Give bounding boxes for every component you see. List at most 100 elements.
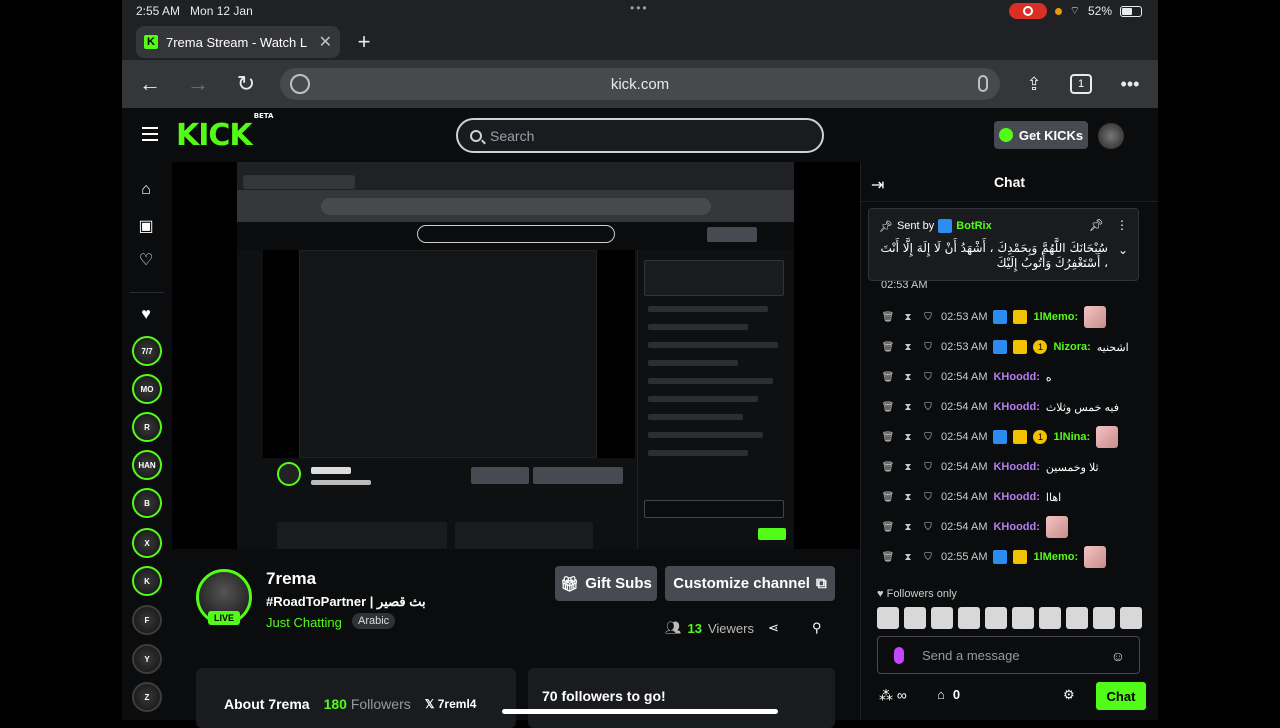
search-icon bbox=[470, 129, 482, 142]
delete-message-icon[interactable]: 🗑︎ bbox=[881, 372, 895, 383]
site-settings-icon[interactable] bbox=[290, 74, 310, 94]
pinned-message[interactable]: 📌︎ Sent by BotRix 📌︎ ⋮ ⌄ سُبْحَانَكَ الل… bbox=[868, 208, 1139, 281]
message-username[interactable]: KHoodd: bbox=[993, 461, 1039, 473]
search-input[interactable]: Search bbox=[456, 118, 824, 153]
voice-input-icon[interactable] bbox=[894, 647, 904, 664]
emote[interactable] bbox=[985, 607, 1007, 629]
browser-tab[interactable]: K 7rema Stream - Watch L ✕ bbox=[136, 26, 340, 58]
tab-switcher-button[interactable]: 1 bbox=[1070, 74, 1092, 94]
delete-message-icon[interactable]: 🗑︎ bbox=[881, 402, 895, 413]
ban-icon[interactable]: ⛉ bbox=[921, 402, 935, 413]
message-username[interactable]: KHoodd: bbox=[993, 371, 1039, 383]
forward-button[interactable]: → bbox=[184, 70, 212, 98]
hamburger-menu-icon[interactable] bbox=[142, 127, 158, 141]
message-username[interactable]: KHoodd: bbox=[993, 401, 1039, 413]
address-bar[interactable]: kick.com bbox=[280, 68, 1000, 100]
delete-message-icon[interactable]: 🗑︎ bbox=[881, 312, 895, 323]
message-username[interactable]: Nizora: bbox=[1053, 341, 1090, 353]
stream-category[interactable]: Just Chatting bbox=[266, 615, 342, 630]
message-username[interactable]: KHoodd: bbox=[993, 521, 1039, 533]
timeout-icon[interactable]: ⧗ bbox=[901, 552, 915, 563]
ban-icon[interactable]: ⛉ bbox=[921, 492, 935, 503]
message-username[interactable]: 1lMemo: bbox=[1033, 551, 1078, 563]
delete-message-icon[interactable]: 🗑︎ bbox=[881, 552, 895, 563]
gift-subs-button[interactable]: 🎁︎ Gift Subs bbox=[555, 566, 657, 601]
message-username[interactable]: KHoodd: bbox=[993, 491, 1039, 503]
emote[interactable] bbox=[931, 607, 953, 629]
sidebar-channel[interactable]: HAN bbox=[132, 450, 162, 480]
emote[interactable] bbox=[877, 607, 899, 629]
close-tab-icon[interactable]: ✕ bbox=[319, 32, 332, 52]
ban-icon[interactable]: ⛉ bbox=[921, 552, 935, 563]
timeout-icon[interactable]: ⧗ bbox=[901, 342, 915, 353]
sidebar-channel[interactable]: F bbox=[132, 605, 162, 635]
emote[interactable] bbox=[1012, 607, 1034, 629]
ban-icon[interactable]: ⛉ bbox=[921, 372, 935, 383]
multitask-dots[interactable]: ••• bbox=[630, 1, 649, 15]
share-stream-icon[interactable]: ⋖ bbox=[768, 620, 779, 636]
emoji-picker-icon[interactable]: ☺ bbox=[1111, 648, 1125, 664]
pinned-more-icon[interactable]: ⋮ bbox=[1116, 218, 1128, 232]
get-kicks-button[interactable]: Get KICKs bbox=[994, 121, 1088, 149]
home-icon[interactable]: ⌂ bbox=[136, 180, 156, 200]
timeout-icon[interactable]: ⧗ bbox=[901, 432, 915, 443]
reload-button[interactable]: ↻ bbox=[232, 70, 260, 98]
sidebar-channel[interactable]: K bbox=[132, 566, 162, 596]
emote[interactable] bbox=[1093, 607, 1115, 629]
language-tag[interactable]: Arabic bbox=[352, 613, 396, 629]
video-player[interactable] bbox=[172, 162, 860, 549]
sidebar-channel[interactable]: B bbox=[132, 488, 162, 518]
more-menu-icon[interactable]: ••• bbox=[1116, 70, 1144, 98]
browse-icon[interactable]: ▣ bbox=[136, 216, 156, 236]
emote[interactable] bbox=[958, 607, 980, 629]
home-indicator[interactable] bbox=[502, 709, 778, 714]
delete-message-icon[interactable]: 🗑︎ bbox=[881, 432, 895, 443]
timeout-icon[interactable]: ⧗ bbox=[901, 492, 915, 503]
ban-icon[interactable]: ⛉ bbox=[921, 312, 935, 323]
chat-settings-icon[interactable]: ⚙ bbox=[1063, 687, 1075, 703]
kicks-balance[interactable]: ⌂ 0 bbox=[937, 687, 960, 702]
emote[interactable] bbox=[1120, 607, 1142, 629]
follow-user-icon[interactable]: ⚲ bbox=[812, 620, 822, 636]
sidebar-channel[interactable]: R bbox=[132, 412, 162, 442]
ban-icon[interactable]: ⛉ bbox=[921, 342, 935, 353]
ban-icon[interactable]: ⛉ bbox=[921, 432, 935, 443]
chat-input[interactable]: Send a message ☺ bbox=[877, 636, 1140, 674]
delete-message-icon[interactable]: 🗑︎ bbox=[881, 522, 895, 533]
message-username[interactable]: 1lNina: bbox=[1053, 431, 1090, 443]
screen-record-indicator[interactable] bbox=[1008, 3, 1047, 19]
timeout-icon[interactable]: ⧗ bbox=[901, 372, 915, 383]
emote[interactable] bbox=[1066, 607, 1088, 629]
sidebar-channel[interactable]: Z bbox=[132, 682, 162, 712]
ban-icon[interactable]: ⛉ bbox=[921, 462, 935, 473]
sidebar-channel[interactable]: X bbox=[132, 528, 162, 558]
timeout-icon[interactable]: ⧗ bbox=[901, 312, 915, 323]
emote[interactable] bbox=[1039, 607, 1061, 629]
sidebar-channel[interactable]: 7/7 bbox=[132, 336, 162, 366]
voice-search-icon[interactable] bbox=[978, 75, 988, 92]
emote[interactable] bbox=[904, 607, 926, 629]
x-social-link[interactable]: 𝕏 7reml4 bbox=[425, 697, 477, 711]
send-chat-button[interactable]: Chat bbox=[1096, 682, 1146, 710]
share-icon[interactable]: ⇪ bbox=[1020, 70, 1048, 98]
unpin-icon[interactable]: 📌︎ bbox=[1089, 218, 1104, 232]
chevron-down-icon[interactable]: ⌄ bbox=[1118, 243, 1128, 257]
delete-message-icon[interactable]: 🗑︎ bbox=[881, 492, 895, 503]
delete-message-icon[interactable]: 🗑︎ bbox=[881, 342, 895, 353]
message-username[interactable]: 1lMemo: bbox=[1033, 311, 1078, 323]
user-avatar[interactable] bbox=[1098, 123, 1124, 149]
timeout-icon[interactable]: ⧗ bbox=[901, 522, 915, 533]
channel-points-icon[interactable]: ⁂ ∞ bbox=[879, 687, 907, 704]
timeout-icon[interactable]: ⧗ bbox=[901, 402, 915, 413]
back-button[interactable]: ← bbox=[136, 70, 164, 98]
following-icon[interactable]: ♡ bbox=[136, 250, 156, 270]
sidebar-channel[interactable]: MO bbox=[132, 374, 162, 404]
new-tab-button[interactable]: + bbox=[350, 28, 378, 56]
delete-message-icon[interactable]: 🗑︎ bbox=[881, 462, 895, 473]
kick-logo[interactable]: KICKBETA bbox=[176, 112, 273, 153]
sidebar-channel[interactable]: Y bbox=[132, 644, 162, 674]
ban-icon[interactable]: ⛉ bbox=[921, 522, 935, 533]
channel-name[interactable]: 7rema bbox=[266, 569, 316, 589]
customize-channel-button[interactable]: Customize channel ⧉ bbox=[665, 566, 835, 601]
timeout-icon[interactable]: ⧗ bbox=[901, 462, 915, 473]
